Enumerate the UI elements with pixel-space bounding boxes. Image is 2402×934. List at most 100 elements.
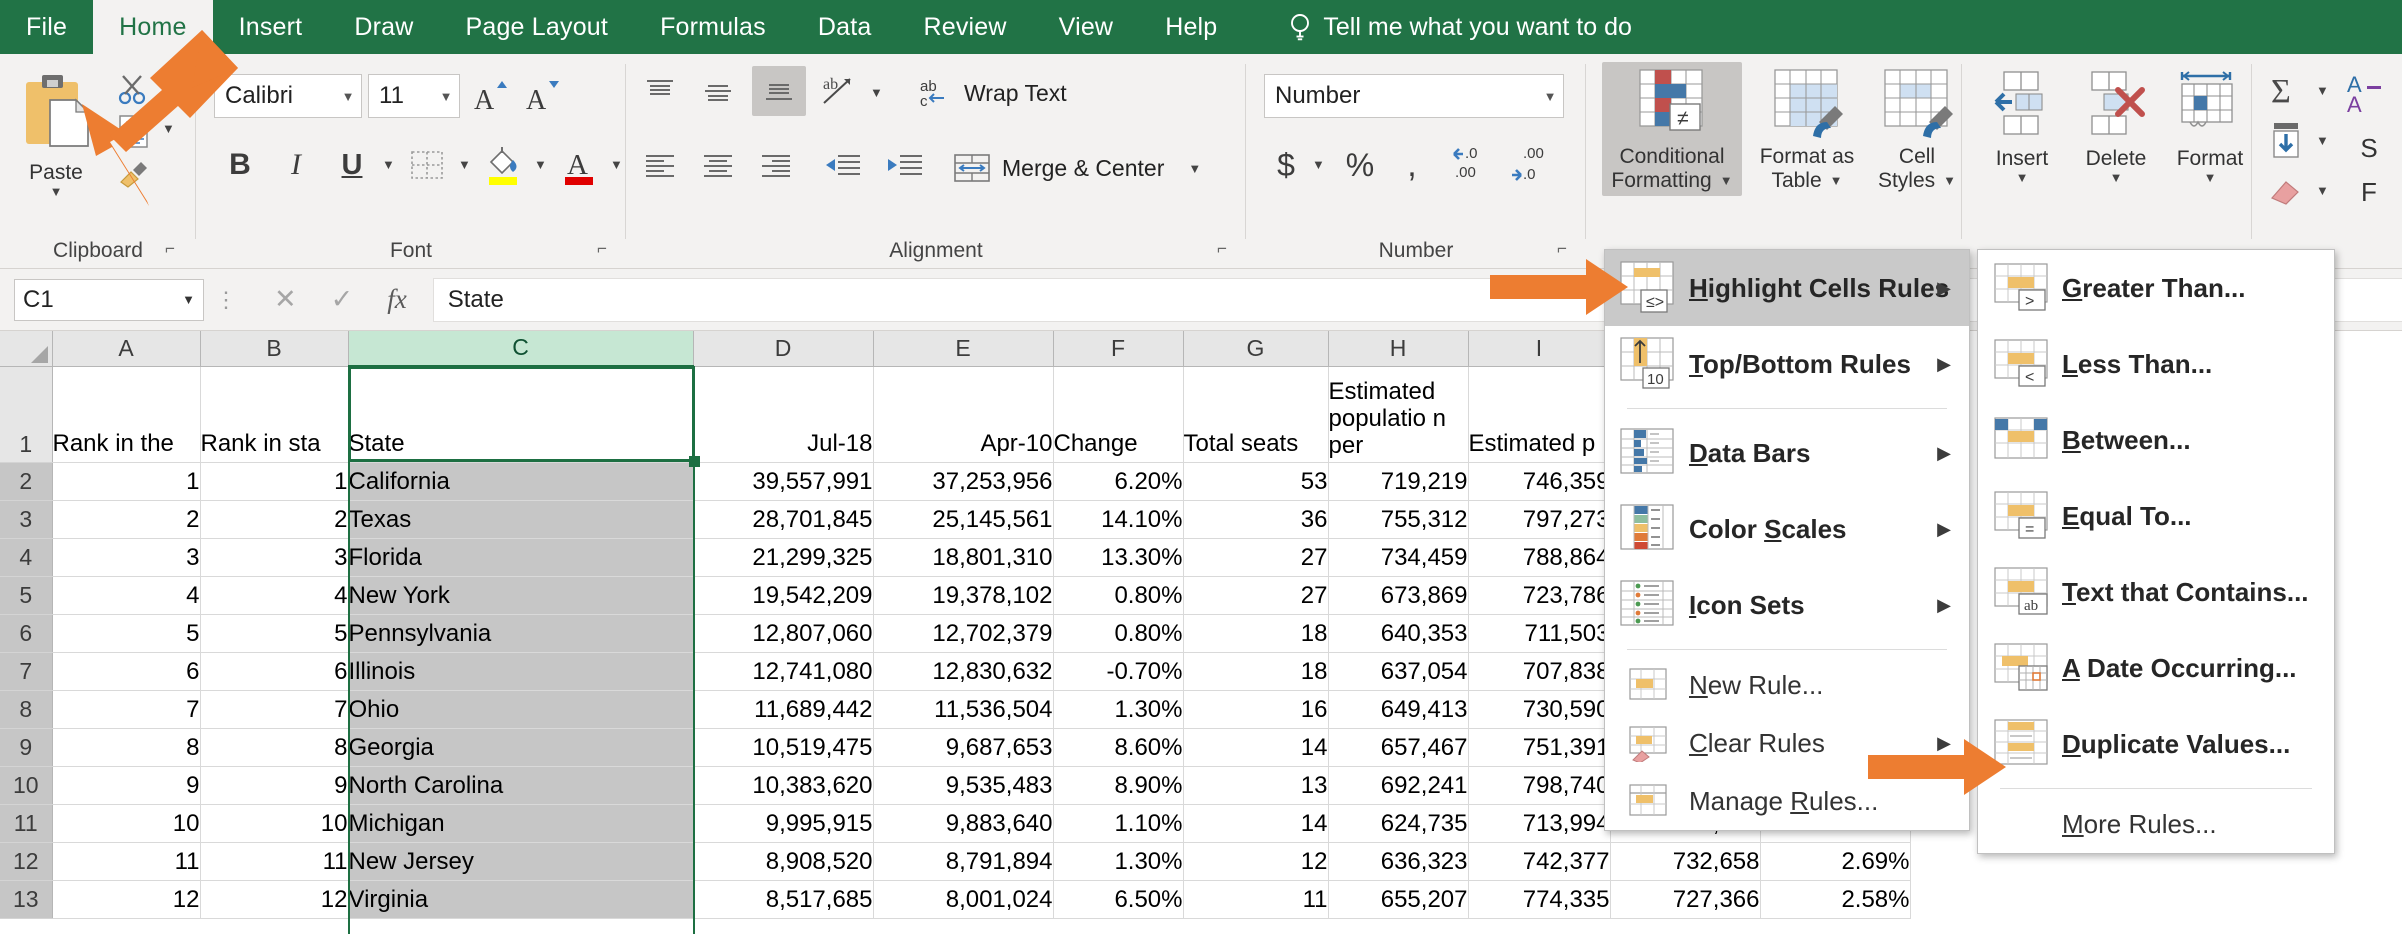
cell-h11[interactable]: 624,735 <box>1328 804 1469 843</box>
submenu-item-duplicate-values[interactable]: Duplicate Values... <box>1978 706 2334 782</box>
cell-j12[interactable]: 732,658 <box>1610 842 1761 881</box>
row-header-8[interactable]: 8 <box>0 690 53 729</box>
cell-b12[interactable]: 11 <box>200 842 349 881</box>
chevron-down-icon[interactable]: ▼ <box>335 89 361 104</box>
row-header-10[interactable]: 10 <box>0 766 53 805</box>
cell-a7[interactable]: 6 <box>52 652 201 691</box>
cell-h1[interactable]: Estimated populatio n per <box>1328 366 1469 463</box>
row-header-2[interactable]: 2 <box>0 462 53 501</box>
chevron-down-icon[interactable]: ▼ <box>1537 89 1563 104</box>
cell-k12[interactable]: 2.69% <box>1760 842 1911 881</box>
cell-e3[interactable]: 25,145,561 <box>873 500 1054 539</box>
chevron-down-icon[interactable]: ▼ <box>182 292 195 307</box>
font-color-button[interactable]: A <box>554 142 604 188</box>
autosum-button[interactable]: Σ <box>2260 68 2312 112</box>
fill-handle[interactable] <box>689 456 700 467</box>
currency-format-button[interactable]: $ <box>1264 142 1308 188</box>
menu-item-highlight-cells-rules[interactable]: ≤> Highlight Cells Rules ▶ <box>1605 250 1969 326</box>
submenu-item-equal-to[interactable]: = Equal To... <box>1978 478 2334 554</box>
fill-dropdown-arrow[interactable]: ▼ <box>2316 134 2329 147</box>
bold-button[interactable]: B <box>216 142 264 188</box>
cell-g8[interactable]: 16 <box>1183 690 1329 729</box>
alignment-dialog-launcher[interactable]: ⌐ <box>1212 239 1232 259</box>
cell-c13[interactable]: Virginia <box>348 880 694 919</box>
fill-color-dropdown-arrow[interactable]: ▼ <box>534 158 547 171</box>
cell-b9[interactable]: 8 <box>200 728 349 767</box>
cell-a12[interactable]: 11 <box>52 842 201 881</box>
column-header-c[interactable]: C <box>348 331 694 368</box>
clipboard-dialog-launcher[interactable]: ⌐ <box>160 239 180 259</box>
row-header-13[interactable]: 13 <box>0 880 53 919</box>
fill-color-button[interactable] <box>478 142 528 188</box>
cell-a6[interactable]: 5 <box>52 614 201 653</box>
cell-c4[interactable]: Florida <box>348 538 694 577</box>
row-header-9[interactable]: 9 <box>0 728 53 767</box>
cell-a2[interactable]: 1 <box>52 462 201 501</box>
format-as-table-dropdown-arrow[interactable]: ▼ <box>1830 174 1843 187</box>
underline-button[interactable]: U <box>328 142 376 188</box>
font-color-dropdown-arrow[interactable]: ▼ <box>610 158 623 171</box>
cell-h2[interactable]: 719,219 <box>1328 462 1469 501</box>
clear-dropdown-arrow[interactable]: ▼ <box>2316 184 2329 197</box>
number-dialog-launcher[interactable]: ⌐ <box>1552 239 1572 259</box>
submenu-item-between[interactable]: Between... <box>1978 402 2334 478</box>
cell-e7[interactable]: 12,830,632 <box>873 652 1054 691</box>
row-header-5[interactable]: 5 <box>0 576 53 615</box>
cell-g6[interactable]: 18 <box>1183 614 1329 653</box>
cell-e13[interactable]: 8,001,024 <box>873 880 1054 919</box>
conditional-formatting-dropdown-arrow[interactable]: ▼ <box>1720 174 1733 187</box>
align-left-button[interactable] <box>636 144 684 188</box>
cell-d1[interactable]: Jul-18 <box>693 366 874 463</box>
borders-button[interactable] <box>402 142 452 188</box>
cell-f10[interactable]: 8.90% <box>1053 766 1184 805</box>
cell-d10[interactable]: 10,383,620 <box>693 766 874 805</box>
cell-i9[interactable]: 751,391 <box>1468 728 1611 767</box>
close-icon[interactable]: ✕ <box>274 284 297 315</box>
cell-b7[interactable]: 6 <box>200 652 349 691</box>
cell-a10[interactable]: 9 <box>52 766 201 805</box>
font-name-input[interactable]: Calibri ▼ <box>214 74 362 118</box>
cell-i4[interactable]: 788,864 <box>1468 538 1611 577</box>
cell-g10[interactable]: 13 <box>1183 766 1329 805</box>
menu-item-clear-rules[interactable]: Clear Rules ▶ <box>1605 714 1969 772</box>
fill-button[interactable] <box>2260 118 2312 162</box>
decrease-font-size-button[interactable]: A <box>520 74 566 118</box>
cell-i11[interactable]: 713,994 <box>1468 804 1611 843</box>
cell-i8[interactable]: 730,590 <box>1468 690 1611 729</box>
cell-e2[interactable]: 37,253,956 <box>873 462 1054 501</box>
cell-e1[interactable]: Apr-10 <box>873 366 1054 463</box>
merge-and-center-button[interactable]: Merge & Center ▼ <box>946 146 1207 190</box>
number-format-select[interactable]: Number ▼ <box>1264 74 1564 118</box>
cell-f11[interactable]: 1.10% <box>1053 804 1184 843</box>
row-header-6[interactable]: 6 <box>0 614 53 653</box>
cell-d6[interactable]: 12,807,060 <box>693 614 874 653</box>
cell-b5[interactable]: 4 <box>200 576 349 615</box>
cell-d2[interactable]: 39,557,991 <box>693 462 874 501</box>
column-header-g[interactable]: G <box>1183 331 1329 367</box>
align-center-button[interactable] <box>694 144 742 188</box>
cell-d13[interactable]: 8,517,685 <box>693 880 874 919</box>
row-header-3[interactable]: 3 <box>0 500 53 539</box>
font-dialog-launcher[interactable]: ⌐ <box>592 239 612 259</box>
cell-d5[interactable]: 19,542,209 <box>693 576 874 615</box>
cell-g3[interactable]: 36 <box>1183 500 1329 539</box>
conditional-formatting-menu[interactable]: ≤> Highlight Cells Rules ▶ 10 Top/Bottom… <box>1604 249 1970 831</box>
column-header-h[interactable]: H <box>1328 331 1469 367</box>
cell-d8[interactable]: 11,689,442 <box>693 690 874 729</box>
cell-c12[interactable]: New Jersey <box>348 842 694 881</box>
cell-a3[interactable]: 2 <box>52 500 201 539</box>
delete-dropdown-arrow[interactable]: ▼ <box>2110 171 2123 184</box>
tell-me-search[interactable]: Tell me what you want to do <box>1267 0 1654 54</box>
increase-font-size-button[interactable]: A <box>468 74 514 118</box>
orientation-button[interactable]: ab <box>816 70 866 114</box>
format-painter-button[interactable] <box>114 154 154 192</box>
cell-c10[interactable]: North Carolina <box>348 766 694 805</box>
cell-h6[interactable]: 640,353 <box>1328 614 1469 653</box>
cut-button[interactable] <box>114 70 154 108</box>
cell-f8[interactable]: 1.30% <box>1053 690 1184 729</box>
submenu-item-less-than[interactable]: < Less Than... <box>1978 326 2334 402</box>
cell-b3[interactable]: 2 <box>200 500 349 539</box>
fx-icon[interactable]: fx <box>387 284 407 315</box>
tab-file[interactable]: File <box>0 0 93 54</box>
cell-a8[interactable]: 7 <box>52 690 201 729</box>
